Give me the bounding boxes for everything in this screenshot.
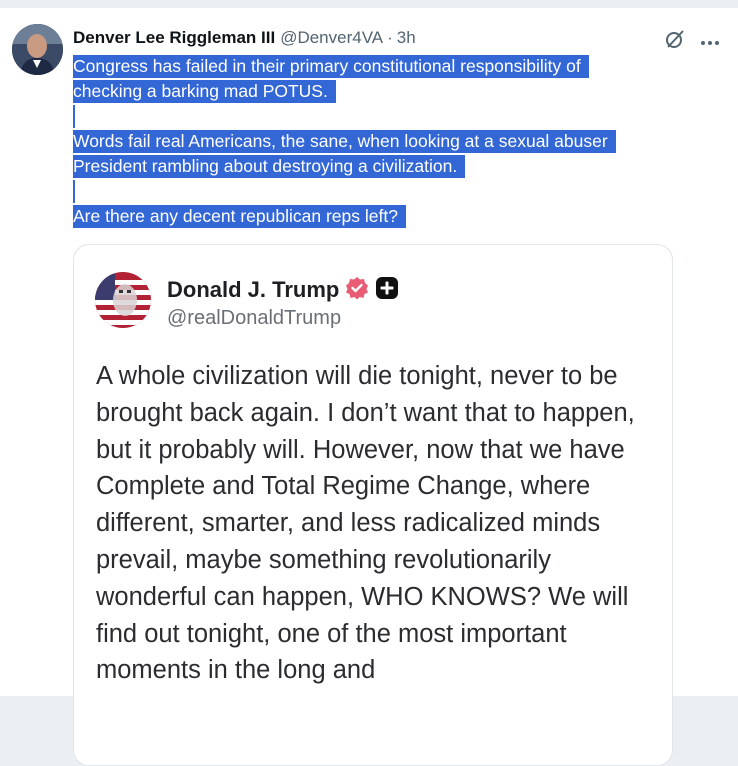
tweet-paragraph: Are there any decent republican reps lef… [73,204,673,229]
plus-badge-icon [375,276,399,305]
text-line: Are there any decent republican reps lef… [73,205,406,228]
quoted-author-name[interactable]: Donald J. Trump [167,277,339,303]
paragraph-break: ​ [73,179,673,204]
author-name[interactable]: Denver Lee Riggleman III [73,28,275,48]
paragraph-break: ​ [73,104,673,129]
quoted-author-handle[interactable]: @realDonaldTrump [167,307,341,330]
author-handle[interactable]: @Denver4VA [280,28,383,48]
text-line: President rambling about destroying a ci… [73,155,466,178]
text-line: Congress has failed in their primary con… [73,55,589,78]
text-line: checking a barking mad POTUS. [73,80,336,103]
tweet-header: Denver Lee Riggleman III @Denver4VA · 3h [73,26,416,50]
quoted-post[interactable]: Donald J. Trump @realDonaldTrump A whole… [73,244,673,766]
text-line: Words fail real Americans, the sane, whe… [73,130,616,153]
tweet-paragraph: Congress has failed in their primary con… [73,54,673,104]
tweet-text[interactable]: Congress has failed in their primary con… [73,54,673,229]
tweet[interactable]: Denver Lee Riggleman III @Denver4VA · 3h… [0,8,738,766]
verified-badge-icon [345,276,369,305]
quoted-name-row: Donald J. Trump [167,275,399,305]
grok-icon[interactable] [664,28,686,55]
timestamp[interactable]: 3h [397,28,416,48]
author-avatar[interactable] [12,24,63,75]
separator-dot: · [387,28,393,47]
tweet-paragraph: Words fail real Americans, the sane, whe… [73,129,673,179]
more-options-icon[interactable] [700,33,720,51]
quoted-author-avatar[interactable] [95,272,151,328]
tweet-actions [664,28,720,55]
quoted-post-text: A whole civilization will die tonight, n… [96,362,635,685]
